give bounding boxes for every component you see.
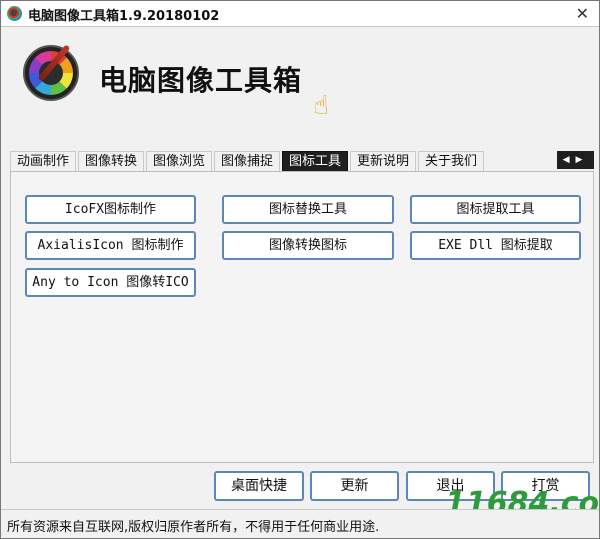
- tab-scroll-arrows[interactable]: ◀▶: [557, 151, 594, 169]
- tab-about-us[interactable]: 关于我们: [418, 151, 484, 171]
- title-bar: 电脑图像工具箱1.9.20180102 ✕: [1, 1, 599, 27]
- app-name-heading: 电脑图像工具箱: [99, 64, 303, 97]
- icon-extract-button[interactable]: 图标提取工具: [410, 195, 581, 224]
- any-to-icon-button[interactable]: Any to Icon 图像转ICO: [25, 268, 196, 297]
- hand-pointer-icon: ☝: [313, 91, 329, 121]
- image-to-icon-button[interactable]: 图像转换图标: [222, 231, 394, 260]
- app-icon: [7, 6, 22, 21]
- status-bar: 所有资源来自互联网,版权归原作者所有，不得用于任何商业用途.: [1, 509, 599, 538]
- axialis-icon-button[interactable]: AxialisIcon 图标制作: [25, 231, 196, 260]
- tab-image-convert[interactable]: 图像转换: [78, 151, 144, 171]
- update-button[interactable]: 更新: [310, 471, 399, 501]
- icofx-button[interactable]: IcoFX图标制作: [25, 195, 196, 224]
- tab-image-capture[interactable]: 图像捕捉: [214, 151, 280, 171]
- exe-dll-icon-extract-button[interactable]: EXE Dll 图标提取: [410, 231, 581, 260]
- icon-tools-panel: IcoFX图标制作 图标替换工具 图标提取工具 AxialisIcon 图标制作…: [10, 171, 594, 463]
- status-text: 所有资源来自互联网,版权归原作者所有，不得用于任何商业用途.: [7, 520, 380, 535]
- chevron-left-icon[interactable]: ◀: [563, 155, 576, 165]
- close-icon[interactable]: ✕: [576, 4, 589, 23]
- tab-image-browse[interactable]: 图像浏览: [146, 151, 212, 171]
- tab-animation[interactable]: 动画制作: [10, 151, 76, 171]
- chevron-right-icon[interactable]: ▶: [576, 155, 589, 165]
- color-wheel-pen-icon: [23, 44, 79, 101]
- tab-update-notes[interactable]: 更新说明: [350, 151, 416, 171]
- window-title: 电脑图像工具箱1.9.20180102: [28, 9, 220, 24]
- tab-icon-tools[interactable]: 图标工具: [282, 151, 348, 171]
- icon-replace-button[interactable]: 图标替换工具: [222, 195, 394, 224]
- desktop-shortcut-button[interactable]: 桌面快捷: [214, 471, 304, 501]
- app-window: 电脑图像工具箱1.9.20180102 ✕ 电脑图像工具箱 ☝ 动画制作 图像转…: [0, 0, 600, 539]
